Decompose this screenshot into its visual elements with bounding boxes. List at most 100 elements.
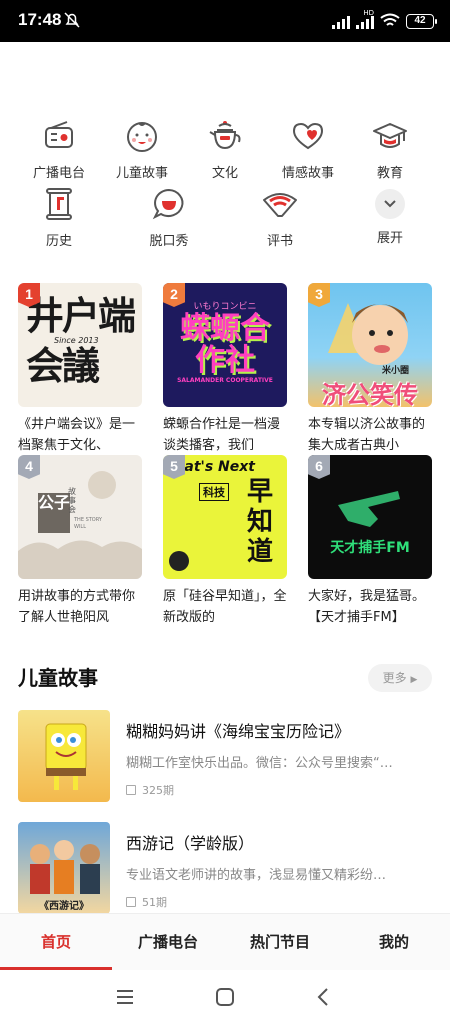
tab-radio[interactable]: 广播电台 <box>112 914 224 971</box>
item-description: 糊糊工作室快乐出品。微信：公众号里搜索“… <box>126 756 393 771</box>
wifi-icon <box>380 13 400 26</box>
cover-image: 井户端会議 Since 2013 1 <box>18 283 142 407</box>
tab-mine[interactable]: 我的 <box>338 914 450 971</box>
fan-icon <box>263 193 297 217</box>
cover-title: 公子 <box>38 493 70 533</box>
item-title: 糊糊妈妈讲《海绵宝宝历险记》 <box>126 722 351 741</box>
ranked-item[interactable]: What's Next 科技 早知道 5 原「硅谷早知道」，全新改版的 <box>163 455 287 628</box>
list-item[interactable]: 糊糊妈妈讲《海绵宝宝历险记》 糊糊工作室快乐出品。微信：公众号里搜索“… 325… <box>18 710 432 802</box>
category-education[interactable]: 教育 <box>350 118 430 181</box>
graduation-cap-icon <box>373 123 407 148</box>
baby-face-icon <box>127 122 157 152</box>
cover-title: 济公笑传 <box>322 381 418 407</box>
rank-badge: 5 <box>163 455 185 479</box>
ranked-item[interactable]: 井户端会議 Since 2013 1 《井户端会议》是一档聚焦于文化、 <box>18 283 142 456</box>
cover-title: 蝾螈合作社 <box>180 311 270 378</box>
home-icon[interactable] <box>214 986 236 1008</box>
cover-title: 天才捕手FM <box>330 540 410 556</box>
chevron-down-icon <box>375 189 405 219</box>
battery-indicator: 42 <box>406 13 437 29</box>
card-title: 《井户端会议》是一档聚焦于文化、 <box>18 417 136 453</box>
card-title: 大家好，我是猛哥。【天才捕手FM】 <box>308 589 426 625</box>
card-title: 本专辑以济公故事的集大成者古典小 <box>308 417 426 453</box>
signal-icon <box>332 13 350 29</box>
bell-muted-icon <box>64 12 80 28</box>
episode-count: 51期 <box>126 894 167 910</box>
cover-image: いもりコンビニ 蝾螈合作社 SALAMANDER COOPERATIVE 2 <box>163 283 287 407</box>
category-grid: 广播电台 儿童故事 文化 情感故事 教育 历史 脱口秀 评书 展开 <box>0 118 450 249</box>
status-icons: HD 42 <box>332 9 437 31</box>
signal-hd-icon: HD <box>356 9 374 29</box>
ranked-item[interactable]: 天才捕手FM 6 大家好，我是猛哥。【天才捕手FM】 <box>308 455 432 628</box>
item-description: 专业语文老师讲的故事，浅显易懂又精彩纷… <box>126 868 387 883</box>
section-header-kids-stories: 儿童故事 更多 ▶ <box>18 660 432 696</box>
list-item[interactable]: 《西游记》 西游记（学龄版） 专业语文老师讲的故事，浅显易懂又精彩纷… 51期 <box>18 822 432 914</box>
rank-badge: 1 <box>18 283 40 307</box>
category-label: 历史 <box>45 234 72 249</box>
more-button[interactable]: 更多 ▶ <box>368 664 432 692</box>
status-bar: 17:48 HD 42 <box>0 0 450 42</box>
thumbnail-image: 《西游记》 <box>18 822 110 914</box>
thumbnail-text: 《西游记》 <box>39 901 89 912</box>
cover-image: What's Next 科技 早知道 5 <box>163 455 287 579</box>
episodes-icon <box>126 785 136 795</box>
scroll-icon <box>46 188 72 220</box>
category-label: 情感故事 <box>281 166 334 181</box>
spongebob-illustration <box>45 723 87 790</box>
episode-count-text: 325期 <box>142 784 174 797</box>
cover-english-text: THE STORY WILL <box>74 517 102 530</box>
cover-title: 早知道 <box>247 477 274 567</box>
category-label: 广播电台 <box>32 166 85 181</box>
cover-image: 天才捕手FM 6 <box>308 455 432 579</box>
more-label: 更多 <box>382 671 407 685</box>
back-icon[interactable] <box>313 986 335 1008</box>
card-title: 蝾螈合作社是一档漫谈类播客，我们 <box>163 417 281 453</box>
tab-hot-programs[interactable]: 热门节目 <box>224 914 336 971</box>
rank-badge: 3 <box>308 283 330 307</box>
category-talk-show[interactable]: 脱口秀 <box>129 186 209 249</box>
thumbnail-image <box>18 710 110 802</box>
menu-icon[interactable] <box>114 986 136 1008</box>
category-expand[interactable]: 展开 <box>350 186 430 246</box>
cover-image: 米小圈 济公笑传 3 <box>308 283 432 407</box>
cover-image: 公子 故事会 THE STORY WILL 4 <box>18 455 142 579</box>
episode-count-text: 51期 <box>142 896 167 909</box>
ranked-item[interactable]: いもりコンビニ 蝾螈合作社 SALAMANDER COOPERATIVE 2 蝾… <box>163 283 287 456</box>
item-title: 西游记（学龄版） <box>126 834 255 853</box>
bottom-tab-bar: 首页 广播电台 热门节目 我的 <box>0 913 450 971</box>
category-emotional-stories[interactable]: 情感故事 <box>268 118 348 181</box>
category-label: 脱口秀 <box>149 234 189 249</box>
category-label: 文化 <box>211 166 238 181</box>
system-navigation-bar <box>0 970 450 1024</box>
speech-bubble-icon <box>152 188 184 220</box>
category-storytelling[interactable]: 评书 <box>240 186 320 249</box>
card-title: 用讲故事的方式带你了解人世艳阳风 <box>18 589 136 625</box>
rank-badge: 6 <box>308 455 330 479</box>
rank-badge: 4 <box>18 455 40 479</box>
category-label: 教育 <box>376 166 403 181</box>
category-label: 评书 <box>266 234 293 249</box>
rank-badge: 2 <box>163 283 185 307</box>
chevron-right-icon: ▶ <box>410 675 418 685</box>
cover-subtitle: SALAMANDER COOPERATIVE <box>177 377 273 384</box>
logo-badge <box>169 551 189 571</box>
category-label: 儿童故事 <box>115 166 168 181</box>
status-time: 17:48 <box>18 10 62 29</box>
ranked-item[interactable]: 米小圈 济公笑传 3 本专辑以济公故事的集大成者古典小 <box>308 283 432 456</box>
tab-home[interactable]: 首页 <box>0 914 112 971</box>
cover-subtitle: 故事会 <box>68 487 76 514</box>
episode-count: 325期 <box>126 782 174 798</box>
heart-icon <box>292 122 324 150</box>
ranked-item[interactable]: 公子 故事会 THE STORY WILL 4 用讲故事的方式带你了解人世艳阳风 <box>18 455 142 628</box>
cover-subtitle: Since 2013 <box>52 336 101 345</box>
category-kids-stories[interactable]: 儿童故事 <box>102 118 182 181</box>
cover-subtitle: 科技 <box>199 483 229 501</box>
teapot-icon <box>209 121 241 150</box>
category-label: 展开 <box>376 231 403 246</box>
episodes-icon <box>126 897 136 907</box>
card-title: 原「硅谷早知道」，全新改版的 <box>163 589 287 625</box>
category-culture[interactable]: 文化 <box>185 118 265 181</box>
category-radio[interactable]: 广播电台 <box>19 118 99 181</box>
category-history[interactable]: 历史 <box>19 186 99 249</box>
radio-icon <box>45 121 73 148</box>
